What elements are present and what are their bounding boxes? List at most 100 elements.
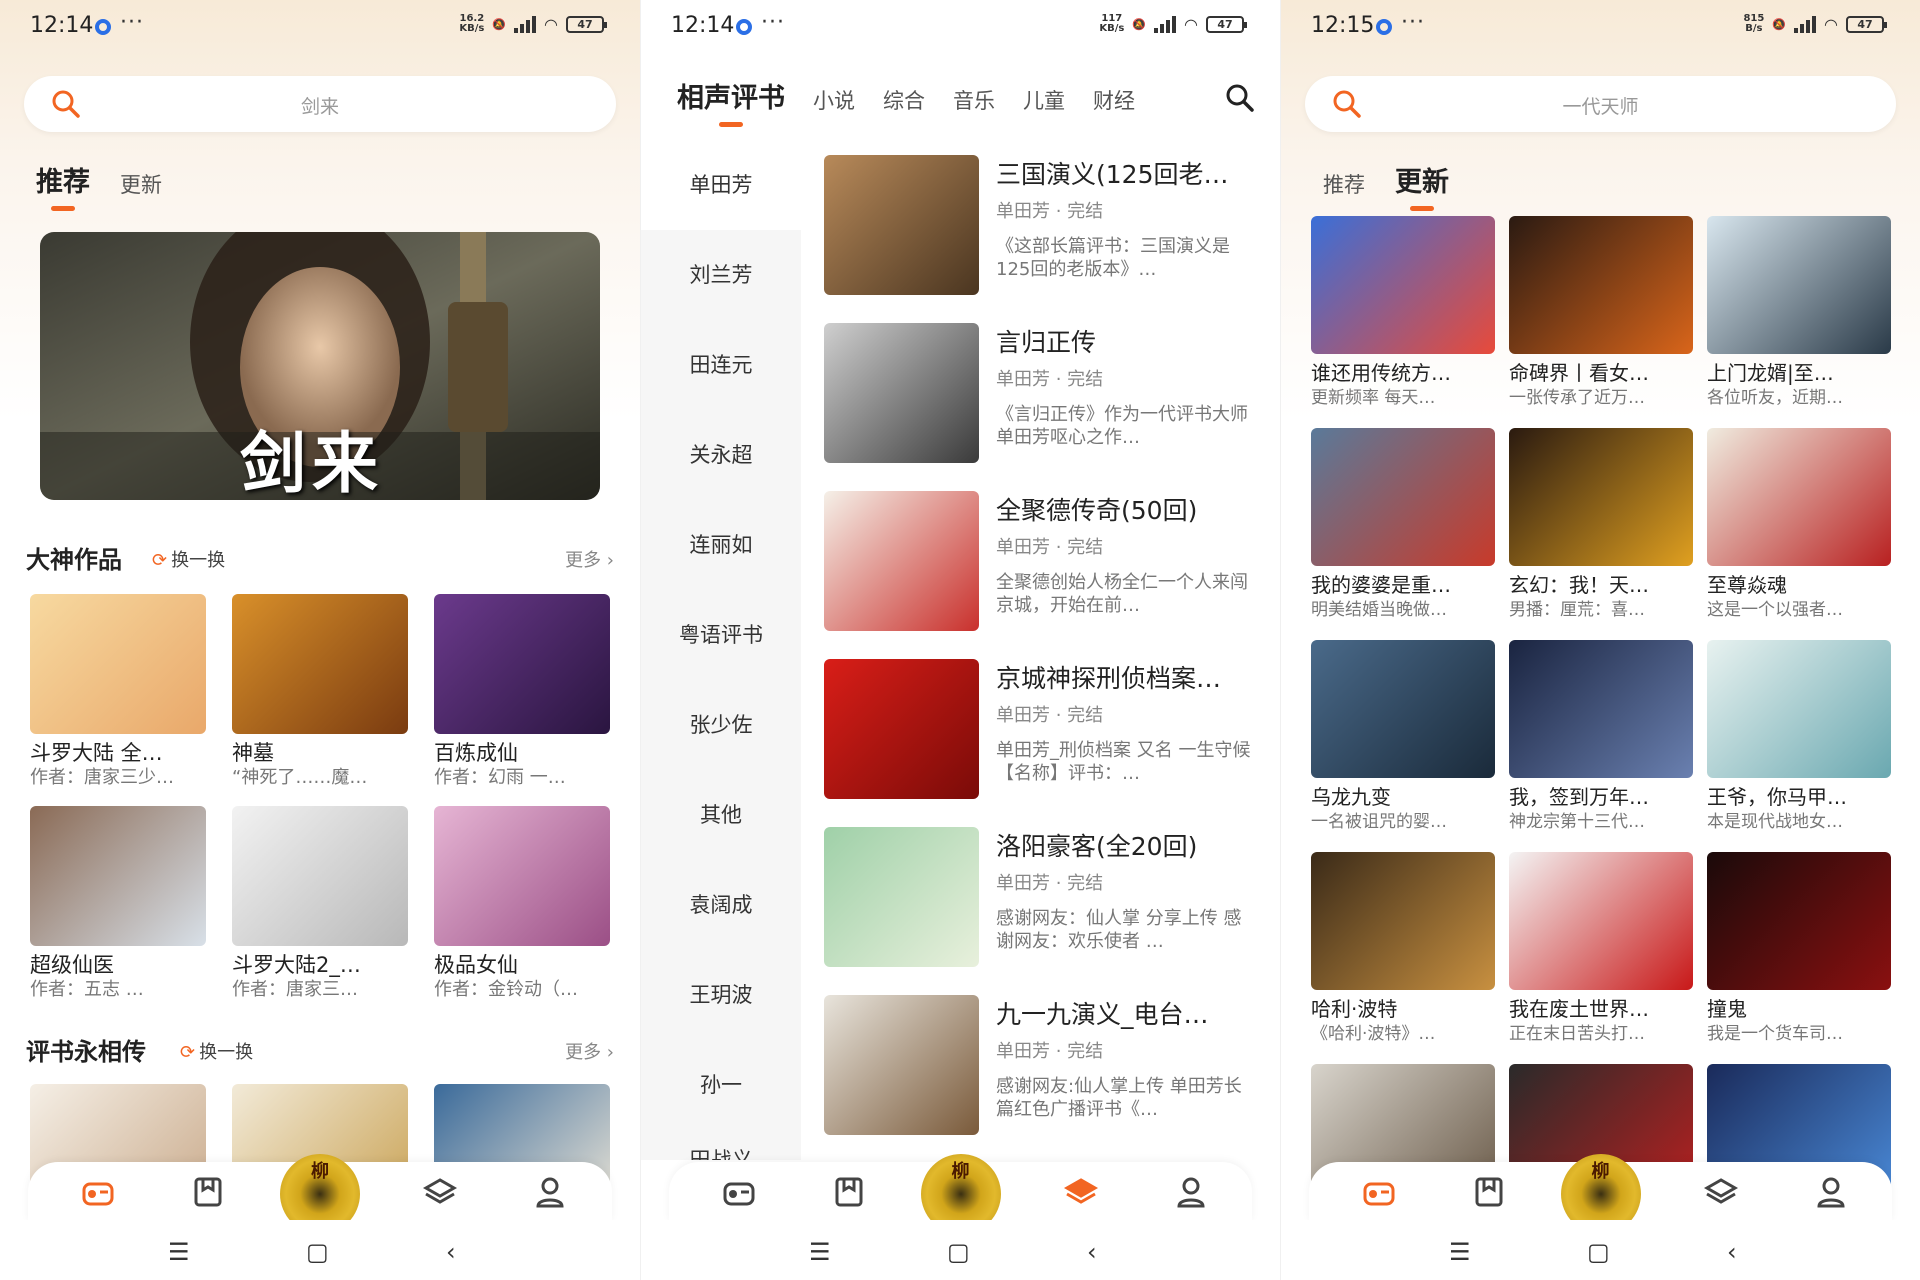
list-item[interactable]: 京城神探刑侦档案… 单田芳 · 完结 单田芳_刑侦档案 又名 一生守候 【名称】评书… — [824, 659, 1254, 799]
book-title: 命碑界丨看女… — [1509, 361, 1649, 385]
swap-button[interactable]: ⟳ 换一换 — [180, 1038, 253, 1064]
menu-icon[interactable]: ☰ — [1449, 1238, 1471, 1266]
sidebar-item[interactable]: 孙一 — [641, 1040, 801, 1130]
sidebar-item[interactable]: 田战义 — [641, 1130, 801, 1160]
tab-crosstalk[interactable]: 相声评书 — [677, 76, 785, 127]
back-icon[interactable]: ‹ — [1087, 1238, 1097, 1266]
book-card[interactable]: 斗罗大陆2_… 作者：唐家三… — [232, 806, 408, 1002]
battery-icon: 47 — [566, 15, 607, 33]
more-link[interactable]: 更多 › — [565, 546, 614, 572]
bookshelf-nav-icon[interactable] — [188, 1176, 228, 1208]
book-subtitle: 这是一个以强者… — [1707, 600, 1843, 620]
book-card[interactable]: 我的婆婆是重… 明美结婚当晚做… — [1311, 428, 1495, 622]
book-card[interactable]: 谁还用传统方… 更新频率 每天… — [1311, 216, 1495, 410]
sidebar-item[interactable]: 刘兰芳 — [641, 230, 801, 320]
mute-icon: 🔕 — [1772, 17, 1787, 31]
sidebar-item[interactable]: 张少佐 — [641, 680, 801, 770]
book-cover — [1509, 216, 1693, 354]
book-cover — [824, 155, 979, 295]
profile-nav-icon[interactable] — [530, 1176, 570, 1208]
book-card[interactable]: 超级仙医 作者：五志 … — [30, 806, 206, 1002]
book-subtitle: 作者：五志 … — [30, 979, 144, 1000]
tab-update[interactable]: 更新 — [1395, 160, 1449, 211]
tab-children[interactable]: 儿童 — [1023, 85, 1065, 115]
tab-update[interactable]: 更新 — [120, 169, 162, 199]
sidebar-item[interactable]: 袁阔成 — [641, 860, 801, 950]
net-speed: 16.2 KB/s — [459, 13, 485, 34]
category-nav-icon[interactable] — [1701, 1176, 1741, 1208]
book-card[interactable]: 命碑界丨看女… 一张传承了近万… — [1509, 216, 1693, 410]
sidebar-item[interactable]: 粤语评书 — [641, 590, 801, 680]
book-card[interactable]: 百炼成仙 作者：幻雨 一… — [434, 594, 610, 790]
more-link[interactable]: 更多 › — [565, 1038, 614, 1064]
hero-banner[interactable]: 剑来 — [40, 232, 600, 500]
book-title: 斗罗大陆 全… — [30, 741, 163, 765]
book-title: 王爷，你马甲… — [1707, 785, 1847, 809]
tab-music[interactable]: 音乐 — [953, 85, 995, 115]
book-subtitle: 神龙宗第十三代… — [1509, 812, 1645, 832]
category-sidebar: 单田芳 刘兰芳 田连元 关永超 连丽如 粤语评书 张少佐 其他 袁阔成 王玥波 … — [641, 140, 801, 1160]
more-notifications-icon: ··· — [761, 10, 785, 35]
home-nav-icon[interactable] — [719, 1176, 759, 1208]
book-title: 上门龙婿|至… — [1707, 361, 1834, 385]
home-nav-icon[interactable] — [1359, 1176, 1399, 1208]
profile-nav-icon[interactable] — [1171, 1176, 1211, 1208]
home-square-icon[interactable]: ▢ — [1587, 1238, 1610, 1266]
book-card[interactable]: 极品女仙 作者：金铃动（… — [434, 806, 610, 1002]
search-bar[interactable]: 一代天师 — [1305, 76, 1896, 132]
book-desc: 全聚德创始人杨全仁一个人来闯京城，开始在前… — [996, 572, 1248, 616]
category-nav-icon[interactable] — [420, 1176, 460, 1208]
search-bar[interactable]: 剑来 — [24, 76, 616, 132]
book-card[interactable]: 王爷，你马甲… 本是现代战地女… — [1707, 640, 1891, 834]
sidebar-item[interactable]: 单田芳 — [641, 140, 801, 230]
book-card[interactable]: 我在废土世界… 正在末日苦头打… — [1509, 852, 1693, 1046]
home-square-icon[interactable]: ▢ — [947, 1238, 970, 1266]
home-square-icon[interactable]: ▢ — [306, 1238, 329, 1266]
back-icon[interactable]: ‹ — [1727, 1238, 1737, 1266]
search-icon[interactable] — [1224, 82, 1256, 114]
book-title: 全聚德传奇(50回) — [996, 496, 1198, 525]
refresh-icon: ⟳ — [180, 1042, 196, 1063]
list-item[interactable]: 九一九演义_电台… 单田芳 · 完结 感谢网友:仙人掌上传 单田芳长篇红色广播评书《… — [824, 995, 1254, 1135]
book-card[interactable]: 上门龙婿|至… 各位听友，近期… — [1707, 216, 1891, 410]
list-item[interactable]: 洛阳豪客(全20回) 单田芳 · 完结 感谢网友：仙人掌 分享上传 感谢网友：欢乐使… — [824, 827, 1254, 967]
sidebar-item[interactable]: 其他 — [641, 770, 801, 860]
tab-finance[interactable]: 财经 — [1093, 85, 1135, 115]
sidebar-item[interactable]: 连丽如 — [641, 500, 801, 590]
home-nav-icon[interactable] — [78, 1176, 118, 1208]
net-speed: 117 KB/s — [1099, 13, 1125, 34]
back-icon[interactable]: ‹ — [446, 1238, 456, 1266]
more-notifications-icon: ··· — [120, 10, 144, 35]
book-card[interactable]: 神墓 “神死了……魔… — [232, 594, 408, 790]
status-time: 12:14 — [30, 13, 94, 38]
book-card[interactable]: 乌龙九变 一名被诅咒的婴… — [1311, 640, 1495, 834]
menu-icon[interactable]: ☰ — [809, 1238, 831, 1266]
book-card[interactable]: 撞鬼 我是一个货车司… — [1707, 852, 1891, 1046]
book-card[interactable]: 我，签到万年… 神龙宗第十三代… — [1509, 640, 1693, 834]
tab-novel[interactable]: 小说 — [813, 85, 855, 115]
sidebar-item[interactable]: 王玥波 — [641, 950, 801, 1040]
category-nav-icon[interactable] — [1061, 1176, 1101, 1208]
bookshelf-nav-icon[interactable] — [1469, 1176, 1509, 1208]
book-meta: 单田芳 · 完结 — [996, 537, 1104, 558]
tab-recommend[interactable]: 推荐 — [36, 160, 90, 211]
profile-nav-icon[interactable] — [1811, 1176, 1851, 1208]
list-item[interactable]: 全聚德传奇(50回) 单田芳 · 完结全聚德创始人杨全仁一个人来闯京城，开始在前… — [824, 491, 1254, 631]
book-card[interactable]: 斗罗大陆 全… 作者：唐家三少… — [30, 594, 206, 790]
sidebar-item[interactable]: 田连元 — [641, 320, 801, 410]
book-title: 我的婆婆是重… — [1311, 573, 1451, 597]
system-nav-bar: ☰ ▢ ‹ — [0, 1220, 640, 1280]
bookshelf-nav-icon[interactable] — [829, 1176, 869, 1208]
book-cover — [1509, 640, 1693, 778]
tab-recommend[interactable]: 推荐 — [1323, 169, 1365, 199]
tab-general[interactable]: 综合 — [883, 85, 925, 115]
book-card[interactable]: 哈利·波特 《哈利·波特》… — [1311, 852, 1495, 1046]
book-card[interactable]: 至尊焱魂 这是一个以强者… — [1707, 428, 1891, 622]
book-card[interactable]: 玄幻：我！天… 男播：厘荒：喜… — [1509, 428, 1693, 622]
menu-icon[interactable]: ☰ — [168, 1238, 190, 1266]
sidebar-item[interactable]: 关永超 — [641, 410, 801, 500]
book-meta: 单田芳 · 完结 — [996, 705, 1104, 726]
swap-button[interactable]: ⟳ 换一换 — [152, 546, 225, 572]
list-item[interactable]: 三国演义(125回老… 单田芳 · 完结 《这部长篇评书：三国演义是125回的老版本… — [824, 155, 1254, 295]
list-item[interactable]: 言归正传 单田芳 · 完结 《言归正传》作为一代评书大师单田芳呕心之作… — [824, 323, 1254, 463]
